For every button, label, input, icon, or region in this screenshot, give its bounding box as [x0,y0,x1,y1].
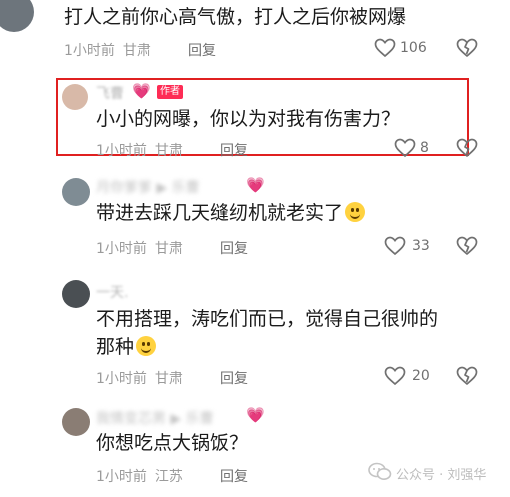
username[interactable]: 月你爹爹 ▶ 乐曹 [96,177,200,197]
comment-time: 1小时前 甘肃 [96,371,183,387]
reply-button[interactable]: 回复 [220,368,248,388]
reply-button[interactable]: 回复 [188,40,216,60]
comment-text: 打人之前你心高气傲，打人之后你被网爆 [64,6,407,28]
avatar[interactable] [62,280,90,308]
comment-text: 你想吃点大锅饭？ [96,432,249,454]
broken-heart-icon[interactable] [456,366,478,386]
like-count: 8 [420,140,429,156]
heart-outline-icon[interactable] [384,366,406,386]
comment-text: 那种 [96,332,157,362]
heart-sticker-icon: 💗 [246,406,265,424]
author-badge: 作者 [157,85,183,99]
wechat-icon [368,462,392,480]
like-count: 20 [412,368,430,384]
avatar[interactable] [62,408,90,436]
emoji-icon [345,202,366,222]
like-count: 106 [400,40,427,56]
reply-button[interactable]: 回复 [220,140,248,160]
heart-sticker-icon: 💗 [246,176,265,194]
reply-button[interactable]: 回复 [220,466,248,486]
comment-time: 1小时前 江苏 [96,469,183,485]
heart-sticker-icon: 💗 [132,82,151,100]
broken-heart-icon[interactable] [456,38,478,58]
username[interactable]: 一天. [96,282,128,302]
comment-time: 1小时前 甘肃 [96,143,183,159]
avatar[interactable] [0,0,34,32]
username[interactable]: 我情变芯男 ▶ 乐曹 [96,408,214,428]
comment-text: 带进去踩几天缝纫机就老实了 [96,198,366,228]
heart-outline-icon[interactable] [374,38,396,58]
comment-time: 1小时前 甘肃 [96,241,183,257]
like-count: 33 [412,238,430,254]
comment-time: 1小时前 甘肃 [64,43,151,59]
reply-button[interactable]: 回复 [220,238,248,258]
avatar[interactable] [62,178,90,206]
emoji-icon [136,336,157,356]
avatar[interactable] [62,84,88,110]
broken-heart-icon[interactable] [456,236,478,256]
username[interactable]: 飞曹 [96,83,124,103]
broken-heart-icon[interactable] [456,138,478,158]
comment-text: 小小的网曝，你以为对我有伤害力？ [96,108,401,130]
heart-outline-icon[interactable] [384,236,406,256]
comment-text: 不用搭理，涛吃们而已，觉得自己很帅的 [96,308,439,330]
heart-outline-icon[interactable] [394,138,416,158]
watermark: 公众号 · 刘强华 [396,468,487,483]
